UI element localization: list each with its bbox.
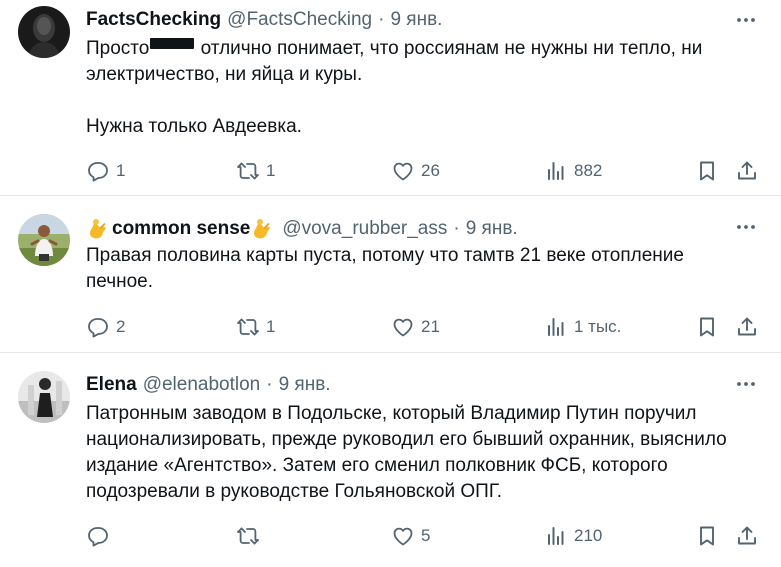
- redaction-mark: [150, 38, 195, 49]
- retweet-icon: [236, 315, 260, 339]
- tweet-header: Elena @elenabotlon · 9 янв.: [86, 372, 729, 398]
- share-icon: [735, 315, 759, 339]
- retweet-button[interactable]: 1: [236, 313, 275, 341]
- tweet-date[interactable]: 9 янв.: [466, 218, 518, 240]
- tweet-header: FactsChecking @FactsChecking · 9 янв.: [86, 7, 729, 33]
- views-icon: [544, 315, 568, 339]
- text-line: подозревали в руководстве Гольяновской О…: [86, 481, 503, 502]
- tweet[interactable]: common sense @vova_rubber_ass · 9 янв. П…: [0, 196, 781, 353]
- like-count: 5: [421, 526, 431, 545]
- user-handle[interactable]: @elenabotlon: [143, 374, 261, 396]
- reply-count: 1: [116, 161, 126, 180]
- tweet-text: Просто отлично понимает, что россиянам н…: [86, 36, 757, 140]
- text-line: Нужна только Авдеевка.: [86, 116, 302, 137]
- views-icon: [544, 159, 568, 183]
- bookmark-button[interactable]: [695, 157, 719, 185]
- reply-button[interactable]: 2: [86, 313, 125, 341]
- action-bar: 1 1 26 882: [86, 157, 761, 185]
- retweet-count: 1: [266, 161, 276, 180]
- reply-icon: [86, 159, 110, 183]
- text-line: издание «Агентство». Затем его сменил по…: [86, 455, 668, 476]
- views-icon: [544, 524, 568, 548]
- display-name[interactable]: Elena: [86, 374, 137, 396]
- share-button[interactable]: [735, 313, 759, 341]
- share-icon: [735, 159, 759, 183]
- separator-dot: ·: [453, 218, 460, 239]
- bookmark-icon: [695, 159, 719, 183]
- text-line: Просто отлично понимает, что россиянам н…: [86, 38, 703, 59]
- bookmark-button[interactable]: [695, 522, 719, 550]
- user-handle[interactable]: @FactsChecking: [227, 9, 372, 31]
- views-count: 1 тыс.: [574, 317, 622, 336]
- reply-button[interactable]: 1: [86, 157, 125, 185]
- display-name[interactable]: FactsChecking: [86, 9, 221, 31]
- tweet[interactable]: Elena @elenabotlon · 9 янв. Патронным за…: [0, 353, 781, 567]
- user-handle[interactable]: @vova_rubber_ass: [282, 218, 447, 240]
- like-button[interactable]: 26: [391, 157, 440, 185]
- tweet-date[interactable]: 9 янв.: [279, 374, 331, 396]
- bookmark-icon: [695, 524, 719, 548]
- more-icon[interactable]: [731, 8, 761, 32]
- text-line: печное.: [86, 271, 154, 292]
- views-count: 210: [574, 526, 603, 545]
- retweet-button[interactable]: 1: [236, 157, 275, 185]
- bookmark-icon: [695, 315, 719, 339]
- tweet-feed: FactsChecking @FactsChecking · 9 янв. Пр…: [0, 0, 781, 567]
- action-bar: 2 1 21 1 тыс.: [86, 313, 761, 341]
- separator-dot: ·: [266, 374, 273, 395]
- text-line: Патронным заводом в Подольске, который В…: [86, 403, 697, 424]
- like-button[interactable]: 5: [391, 522, 430, 550]
- views-button[interactable]: 210: [544, 522, 602, 550]
- views-count: 882: [574, 161, 603, 180]
- like-icon: [391, 315, 415, 339]
- like-button[interactable]: 21: [391, 313, 440, 341]
- tweet-date[interactable]: 9 янв.: [390, 9, 442, 31]
- avatar[interactable]: [18, 214, 70, 266]
- text-line: национализировать, прежде руководил его …: [86, 429, 727, 450]
- like-count: 21: [421, 317, 440, 336]
- share-button[interactable]: [735, 157, 759, 185]
- retweet-icon: [236, 159, 260, 183]
- tweet-header: common sense @vova_rubber_ass · 9 янв.: [86, 216, 729, 242]
- text-line: Правая половина карты пуста, потому что …: [86, 245, 684, 266]
- tweet-text: Патронным заводом в Подольске, который В…: [86, 401, 757, 505]
- text-line: электричество, ни яйца и куры.: [86, 64, 363, 85]
- action-bar: 5 210: [86, 522, 761, 550]
- display-name[interactable]: common sense: [112, 218, 250, 240]
- avatar[interactable]: [18, 371, 70, 423]
- more-icon[interactable]: [731, 215, 761, 239]
- like-icon: [391, 159, 415, 183]
- retweet-icon: [236, 524, 260, 548]
- like-count: 26: [421, 161, 440, 180]
- separator-dot: ·: [378, 9, 385, 30]
- reply-icon: [86, 524, 110, 548]
- views-button[interactable]: 882: [544, 157, 602, 185]
- views-button[interactable]: 1 тыс.: [544, 313, 621, 341]
- retweet-button[interactable]: [236, 522, 266, 550]
- ok-hand-emoji: [253, 218, 273, 240]
- retweet-count: 1: [266, 317, 276, 336]
- avatar[interactable]: [18, 6, 70, 58]
- reply-count: 2: [116, 317, 126, 336]
- more-icon[interactable]: [731, 372, 761, 396]
- reply-button[interactable]: [86, 522, 116, 550]
- share-button[interactable]: [735, 522, 759, 550]
- tweet[interactable]: FactsChecking @FactsChecking · 9 янв. Пр…: [0, 0, 781, 196]
- tweet-text: Правая половина карты пуста, потому что …: [86, 243, 757, 295]
- ok-hand-emoji: [89, 218, 109, 240]
- bookmark-button[interactable]: [695, 313, 719, 341]
- reply-icon: [86, 315, 110, 339]
- share-icon: [735, 524, 759, 548]
- like-icon: [391, 524, 415, 548]
